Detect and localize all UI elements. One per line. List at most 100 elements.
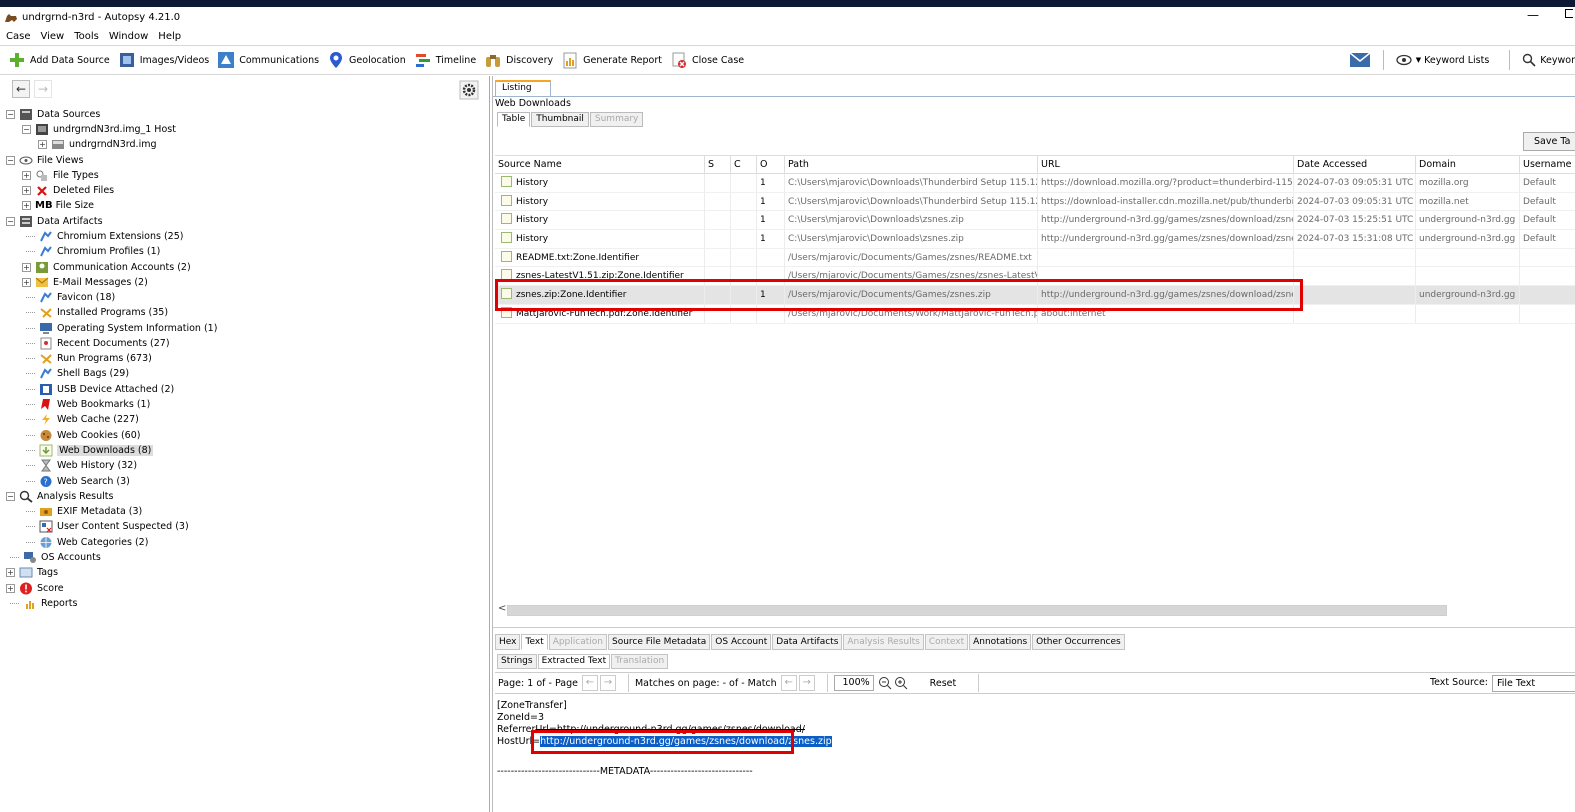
tree-item-deleted-files[interactable]: + Deleted Files [22, 183, 114, 198]
expand-icon[interactable]: + [22, 278, 31, 287]
collapse-icon[interactable]: − [6, 110, 15, 119]
tree-item-web-cache[interactable]: Web Cache (227) [26, 412, 139, 427]
tree-item-run-programs[interactable]: Run Programs (673) [26, 351, 152, 366]
tab-summary[interactable]: Summary [589, 112, 644, 127]
back-arrow-icon[interactable]: ← [12, 80, 30, 98]
table-row[interactable]: History 1 C:\Users\mjarovic\Downloads\Thun… [495, 174, 1575, 193]
prev-page-icon[interactable]: ← [581, 675, 598, 691]
tree-item-web-search[interactable]: ? Web Search (3) [26, 474, 130, 489]
tab-data-artifacts[interactable]: Data Artifacts [772, 634, 843, 650]
save-table-button[interactable]: Save Ta [1523, 132, 1575, 151]
tree-item-favicon[interactable]: Favicon (18) [26, 290, 115, 305]
prev-match-icon[interactable]: ← [780, 675, 797, 691]
tab-source-file-metadata[interactable]: Source File Metadata [607, 634, 711, 650]
gear-icon[interactable] [459, 80, 479, 100]
column-s[interactable]: S [705, 156, 731, 174]
tree-item-score[interactable]: + Score [6, 581, 64, 596]
tab-strings[interactable]: Strings [497, 654, 537, 669]
tree-item-web-downloads[interactable]: Web Downloads (8) [26, 443, 154, 458]
discovery-button[interactable]: Discovery [484, 51, 553, 69]
maximize-button[interactable] [1565, 9, 1573, 18]
tab-hex[interactable]: Hex [495, 634, 521, 650]
tree-item-os-information[interactable]: Operating System Information (1) [26, 321, 217, 336]
tree-item-web-cookies[interactable]: Web Cookies (60) [26, 428, 140, 443]
column-path[interactable]: Path [785, 156, 1038, 174]
minimize-button[interactable]: — [1527, 8, 1539, 22]
tree-item-email-messages[interactable]: + E-Mail Messages (2) [22, 275, 148, 290]
keyword-lists-button[interactable]: ▼ Keyword Lists [1396, 54, 1489, 66]
tab-thumbnail[interactable]: Thumbnail [531, 112, 589, 127]
tree-item-shell-bags[interactable]: Shell Bags (29) [26, 366, 129, 381]
tab-extracted-text[interactable]: Extracted Text [537, 654, 611, 669]
menu-help[interactable]: Help [158, 31, 181, 42]
collapse-icon[interactable]: − [6, 156, 15, 165]
scroll-left-icon[interactable]: < [498, 603, 506, 614]
tree-item-communication-accounts[interactable]: + Communication Accounts (2) [22, 260, 191, 275]
tree-item-chromium-profiles[interactable]: Chromium Profiles (1) [26, 244, 160, 259]
tab-table[interactable]: Table [497, 112, 531, 127]
geolocation-button[interactable]: Geolocation [327, 51, 406, 69]
expand-icon[interactable]: + [22, 186, 31, 195]
tree-item-web-bookmarks[interactable]: Web Bookmarks (1) [26, 397, 150, 412]
tree-item-installed-programs[interactable]: Installed Programs (35) [26, 305, 168, 320]
tree-item-web-categories[interactable]: Web Categories (2) [26, 535, 148, 550]
zoom-out-icon[interactable] [878, 676, 892, 690]
generate-report-button[interactable]: Generate Report [561, 51, 662, 69]
expand-icon[interactable]: + [22, 201, 31, 210]
close-case-button[interactable]: Close Case [670, 51, 744, 69]
next-match-icon[interactable]: → [798, 675, 815, 691]
tab-listing[interactable]: Listing [495, 80, 551, 96]
collapse-icon[interactable]: − [6, 217, 15, 226]
tree-item-usb-devices[interactable]: USB Device Attached (2) [26, 382, 174, 397]
tree-item-tags[interactable]: + Tags [6, 565, 58, 580]
timeline-button[interactable]: Timeline [414, 51, 476, 69]
scroll-thumb[interactable] [507, 605, 1447, 616]
keyword-search-button[interactable]: Keywor [1522, 53, 1575, 67]
tree-item-file-size[interactable]: + MB File Size [22, 198, 94, 213]
tree-item-file-views[interactable]: − File Views [6, 153, 83, 168]
tree-item-chromium-extensions[interactable]: Chromium Extensions (25) [26, 229, 183, 244]
menu-case[interactable]: Case [6, 31, 30, 42]
column-domain[interactable]: Domain [1416, 156, 1520, 174]
column-date-accessed[interactable]: Date Accessed [1294, 156, 1416, 174]
tab-os-account[interactable]: OS Account [711, 634, 772, 650]
next-page-icon[interactable]: → [599, 675, 616, 691]
add-data-source-button[interactable]: Add Data Source [8, 51, 110, 69]
expand-icon[interactable]: + [6, 584, 15, 593]
expand-icon[interactable]: + [22, 171, 31, 180]
menu-tools[interactable]: Tools [74, 31, 99, 42]
expand-icon[interactable]: + [38, 140, 47, 149]
tree-item-analysis-results[interactable]: − Analysis Results [6, 489, 113, 504]
table-row[interactable]: README.txt:Zone.Identifier/Users/mjarovi… [495, 248, 1575, 268]
table-row[interactable]: History 1 C:\Users\mjarovic\Downloads\zsne… [495, 211, 1575, 231]
column-source-name[interactable]: Source Name [495, 156, 705, 174]
tab-context[interactable]: Context [924, 634, 969, 650]
tree-item-os-accounts[interactable]: OS Accounts [10, 550, 101, 565]
column-o[interactable]: O [757, 156, 785, 174]
images-videos-button[interactable]: Images/Videos [118, 51, 209, 69]
expand-icon[interactable]: + [22, 263, 31, 272]
tree-item-exif-metadata[interactable]: EXIF Metadata (3) [26, 504, 142, 519]
collapse-icon[interactable]: − [6, 492, 15, 501]
tree-item-user-content-suspected[interactable]: User Content Suspected (3) [26, 519, 189, 534]
zoom-in-icon[interactable] [894, 676, 908, 690]
horizontal-scrollbar[interactable]: < [493, 603, 1575, 617]
tab-analysis-results[interactable]: Analysis Results [843, 634, 924, 650]
text-source-select[interactable]: File Text [1492, 675, 1575, 692]
tree-item-data-sources[interactable]: − Data Sources [6, 107, 100, 122]
tree-item-reports[interactable]: Reports [10, 596, 77, 611]
column-c[interactable]: C [731, 156, 757, 174]
zoom-field[interactable]: 100% [833, 675, 874, 691]
column-url[interactable]: URL [1038, 156, 1294, 174]
tree-item-data-artifacts[interactable]: − Data Artifacts [6, 214, 103, 229]
reset-button[interactable]: Reset [930, 678, 957, 689]
column-username[interactable]: Username [1520, 156, 1575, 174]
tab-translation[interactable]: Translation [611, 654, 669, 669]
tree-item-host[interactable]: − undrgrndN3rd.img_1 Host [22, 122, 176, 137]
menu-view[interactable]: View [40, 31, 64, 42]
collapse-icon[interactable]: − [22, 125, 31, 134]
expand-icon[interactable]: + [6, 568, 15, 577]
tree-item-image[interactable]: + undrgrndN3rd.img [38, 137, 157, 152]
communications-button[interactable]: Communications [217, 51, 319, 69]
tab-application[interactable]: Application [548, 634, 607, 650]
